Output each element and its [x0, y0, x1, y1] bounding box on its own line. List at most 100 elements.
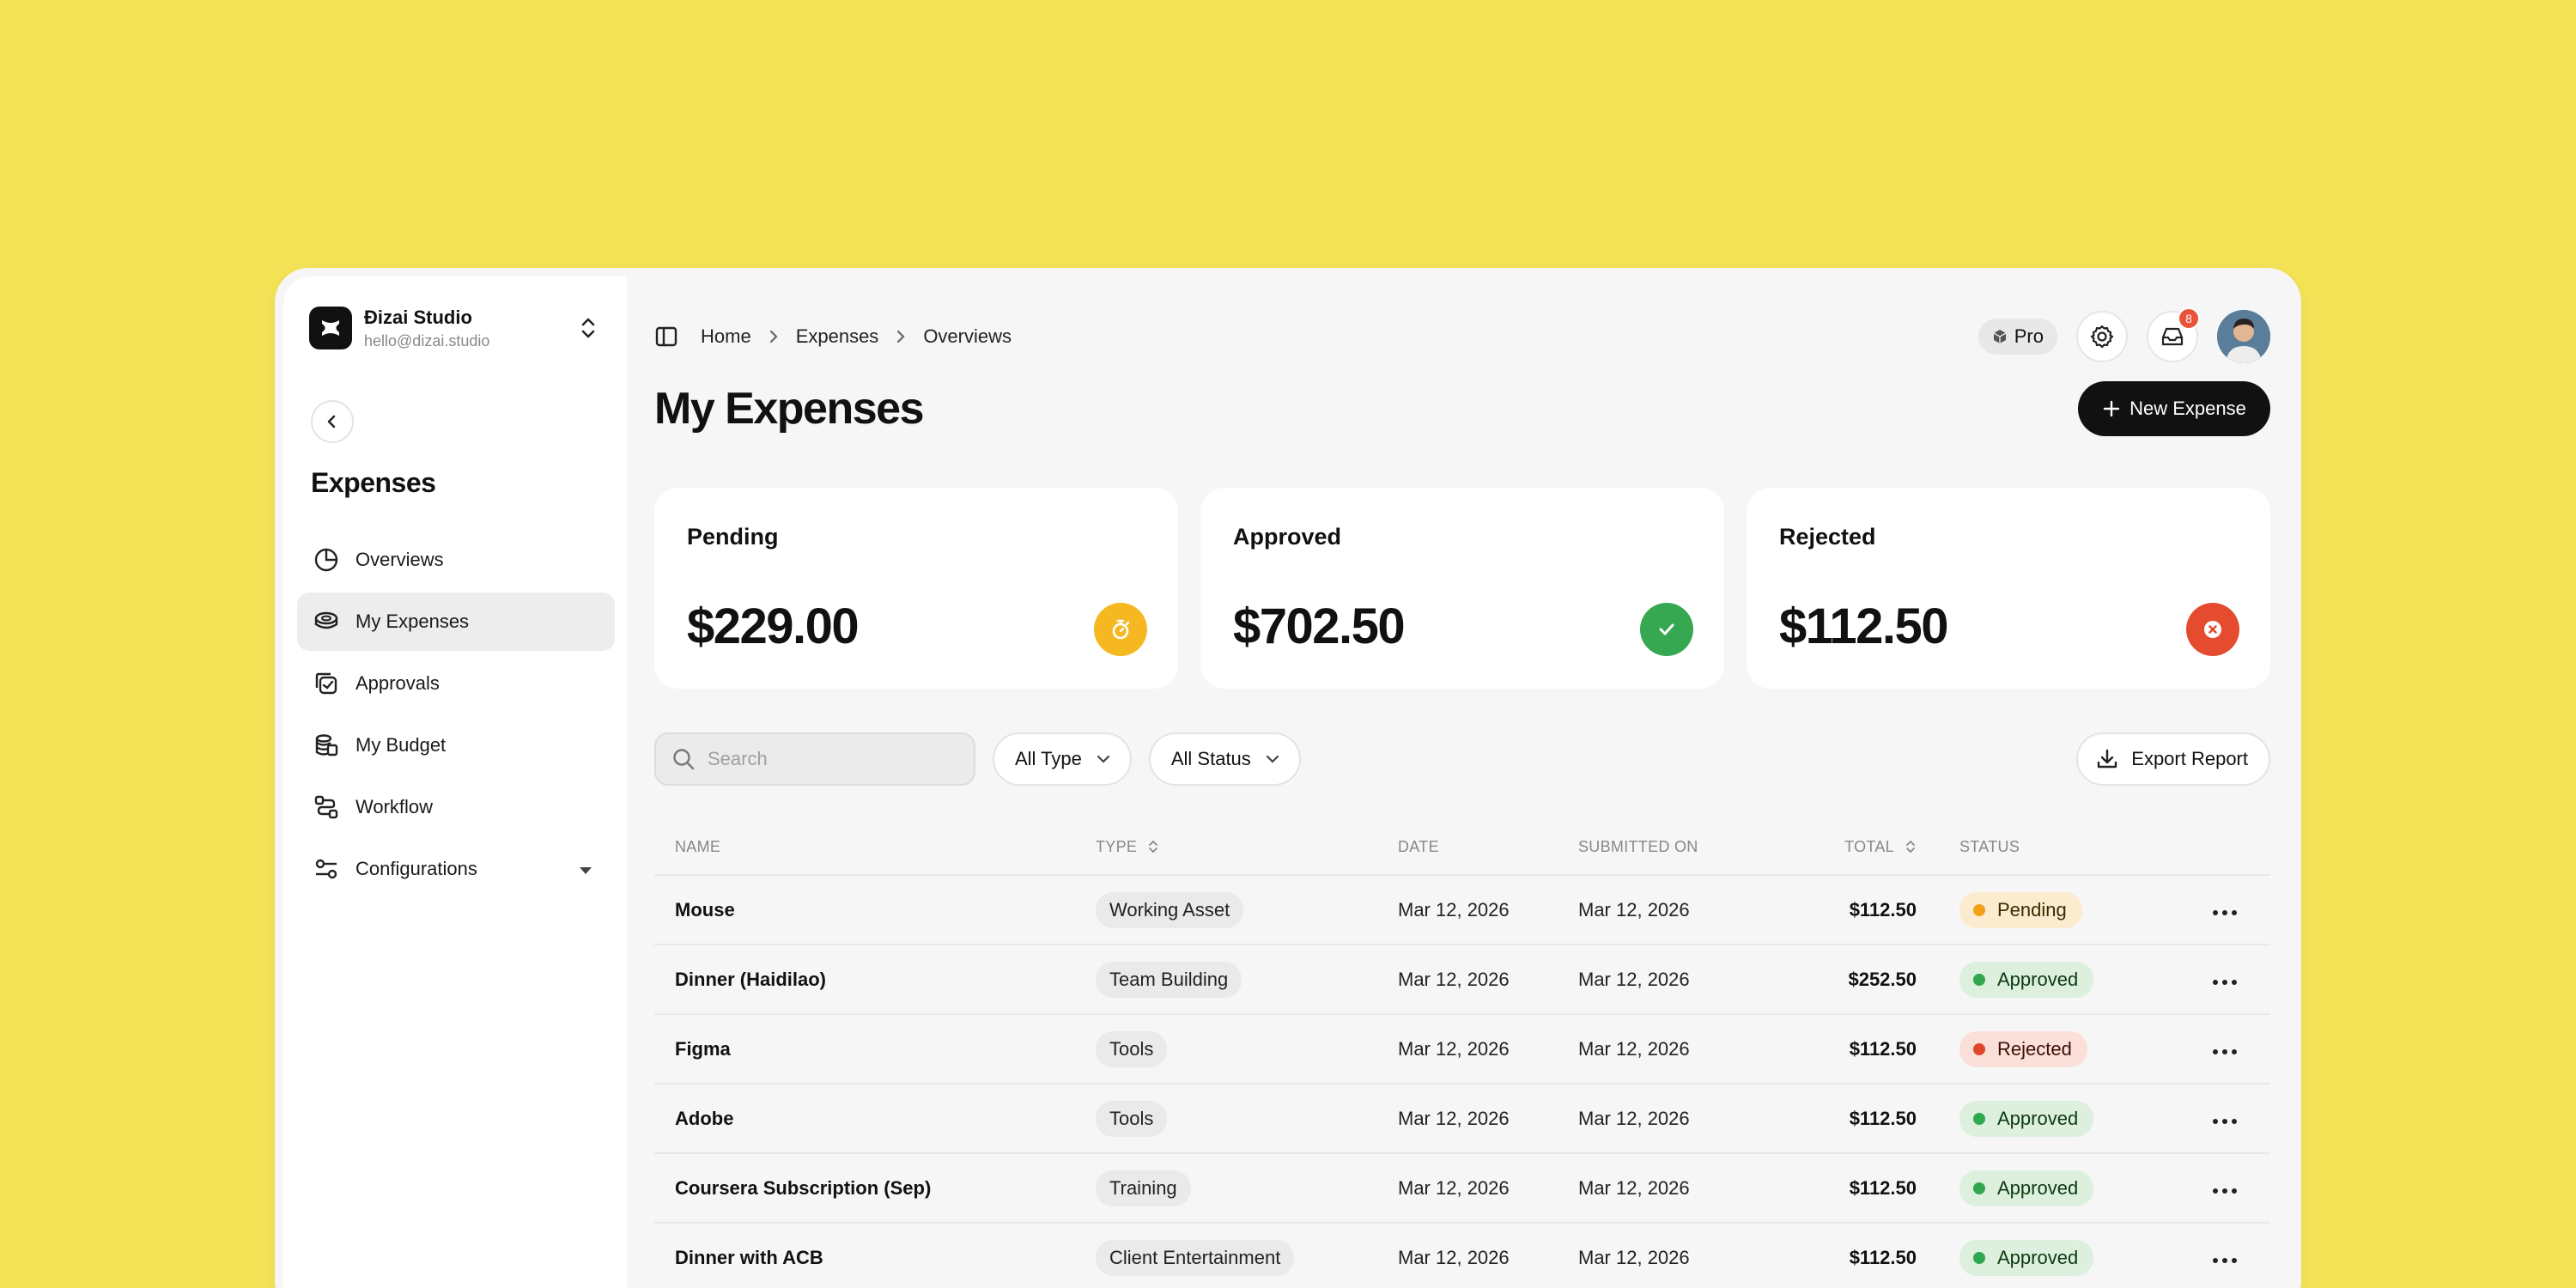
- chevron-down-icon: [1265, 754, 1280, 764]
- sort-icon[interactable]: [1147, 838, 1159, 855]
- sidebar-item-my-budget[interactable]: My Budget: [297, 716, 615, 775]
- submitted-date: Mar 12, 2026: [1578, 898, 1690, 920]
- x-circle-icon: [2186, 603, 2239, 656]
- column-total[interactable]: TOTAL: [1827, 838, 1917, 856]
- sidebar-item-approvals[interactable]: Approvals: [297, 654, 615, 713]
- column-submitted-on: SUBMITTED ON: [1578, 837, 1698, 855]
- breadcrumb-overviews[interactable]: Overviews: [923, 325, 1012, 348]
- type-filter-dropdown[interactable]: All Type: [993, 732, 1132, 786]
- expense-total: $112.50: [1849, 1037, 1917, 1060]
- table-header: NAME TYPE DATE SUBMITTED ON TOTAL STATUS: [654, 819, 2270, 876]
- export-label: Export Report: [2131, 748, 2248, 769]
- chevron-right-icon: [769, 329, 779, 344]
- workflow-icon: [313, 793, 340, 821]
- status-badge: Approved: [1959, 961, 2094, 998]
- type-tag: Training: [1096, 1170, 1191, 1206]
- plan-badge[interactable]: Pro: [1978, 319, 2057, 355]
- avatar[interactable]: [2217, 310, 2270, 363]
- card-label: Approved: [1233, 524, 1342, 550]
- type-tag: Working Asset: [1096, 891, 1244, 928]
- expense-name: Coursera Subscription (Sep): [675, 1176, 932, 1199]
- inbox-button[interactable]: 8: [2147, 307, 2200, 362]
- filter-bar: Search All Type All Status Export Report: [654, 732, 2270, 787]
- sidebar-item-my-expenses[interactable]: My Expenses: [297, 592, 615, 651]
- more-options-icon[interactable]: [2212, 1177, 2238, 1200]
- status-dot: [1973, 1251, 1985, 1264]
- status-badge: Rejected: [1959, 1030, 2087, 1067]
- settings-button[interactable]: [2076, 311, 2128, 362]
- sidebar-item-workflow[interactable]: Workflow: [297, 778, 615, 836]
- expense-date: Mar 12, 2026: [1398, 1107, 1510, 1129]
- sidebar-item-configurations[interactable]: Configurations: [297, 840, 615, 898]
- table-body: Mouse Working Asset Mar 12, 2026 Mar 12,…: [654, 876, 2270, 1288]
- check-icon: [1640, 603, 1693, 656]
- sidebar: Đizai Studio hello@dizai.studio Expenses…: [283, 276, 627, 1288]
- table-row[interactable]: Dinner (Haidilao) Team Building Mar 12, …: [654, 945, 2270, 1015]
- stopwatch-icon: [1094, 603, 1147, 656]
- top-bar: Home Expenses Overviews Pro 8: [654, 301, 2270, 373]
- expense-total: $252.50: [1848, 968, 1917, 990]
- app-window: Đizai Studio hello@dizai.studio Expenses…: [275, 268, 2301, 1288]
- cube-icon: [1992, 329, 2008, 344]
- submitted-date: Mar 12, 2026: [1578, 1246, 1690, 1268]
- expense-name: Figma: [675, 1037, 731, 1060]
- status-badge: Approved: [1959, 1239, 2094, 1276]
- expense-total: $112.50: [1849, 1107, 1917, 1129]
- expense-date: Mar 12, 2026: [1398, 1037, 1510, 1060]
- status-filter-dropdown[interactable]: All Status: [1148, 732, 1301, 786]
- new-expense-button[interactable]: New Expense: [2078, 381, 2270, 436]
- expenses-table: NAME TYPE DATE SUBMITTED ON TOTAL STATUS…: [654, 819, 2270, 1288]
- more-options-icon[interactable]: [2212, 899, 2238, 921]
- status-dot: [1973, 973, 1985, 986]
- more-options-icon[interactable]: [2212, 1108, 2238, 1130]
- expense-date: Mar 12, 2026: [1398, 1246, 1510, 1268]
- card-value: $112.50: [1779, 598, 1948, 654]
- more-options-icon[interactable]: [2212, 969, 2238, 991]
- page-title: My Expenses: [654, 384, 925, 434]
- search-input[interactable]: Search: [654, 732, 975, 786]
- type-tag: Tools: [1096, 1100, 1168, 1137]
- submitted-date: Mar 12, 2026: [1578, 1037, 1690, 1060]
- chevron-up-down-icon[interactable]: [575, 311, 601, 345]
- card-value: $229.00: [687, 598, 860, 654]
- expense-name: Dinner (Haidilao): [675, 968, 827, 990]
- sort-icon[interactable]: [1905, 838, 1917, 855]
- sidebar-item-overviews[interactable]: Overviews: [297, 531, 615, 589]
- workspace-name: Đizai Studio: [364, 306, 472, 328]
- breadcrumb-expenses[interactable]: Expenses: [796, 325, 879, 348]
- export-report-button[interactable]: Export Report: [2076, 732, 2270, 786]
- table-row[interactable]: Coursera Subscription (Sep) Training Mar…: [654, 1154, 2270, 1224]
- column-date: DATE: [1398, 837, 1439, 855]
- expense-total: $112.50: [1849, 1176, 1917, 1199]
- pending-card[interactable]: Pending $229.00: [654, 488, 1178, 689]
- config-icon: [313, 855, 340, 883]
- workspace-switcher[interactable]: Đizai Studio hello@dizai.studio: [309, 302, 601, 354]
- table-row[interactable]: Dinner with ACB Client Entertainment Mar…: [654, 1224, 2270, 1288]
- table-row[interactable]: Figma Tools Mar 12, 2026 Mar 12, 2026 $1…: [654, 1015, 2270, 1084]
- plan-label: Pro: [2014, 325, 2044, 347]
- back-button[interactable]: [311, 400, 354, 443]
- card-label: Pending: [687, 524, 779, 550]
- type-tag: Client Entertainment: [1096, 1239, 1295, 1276]
- more-options-icon[interactable]: [2212, 1247, 2238, 1269]
- caret-down-icon[interactable]: [579, 858, 592, 880]
- rejected-card[interactable]: Rejected $112.50: [1747, 488, 2270, 689]
- summary-cards: Pending $229.00 Approved $702.50 Rejecte…: [654, 488, 2270, 689]
- chevron-right-icon: [896, 329, 906, 344]
- table-row[interactable]: Adobe Tools Mar 12, 2026 Mar 12, 2026 $1…: [654, 1084, 2270, 1154]
- download-icon: [2095, 747, 2119, 771]
- expense-name: Adobe: [675, 1107, 734, 1129]
- sidebar-toggle-icon[interactable]: [654, 325, 678, 349]
- column-type[interactable]: TYPE: [1096, 838, 1398, 856]
- breadcrumb-home[interactable]: Home: [701, 325, 751, 348]
- approvals-icon: [313, 670, 340, 697]
- status-badge: Approved: [1959, 1170, 2094, 1206]
- expense-date: Mar 12, 2026: [1398, 968, 1510, 990]
- more-options-icon[interactable]: [2212, 1038, 2238, 1060]
- table-row[interactable]: Mouse Working Asset Mar 12, 2026 Mar 12,…: [654, 876, 2270, 945]
- chevron-down-icon: [1096, 754, 1111, 764]
- expense-total: $112.50: [1849, 1246, 1917, 1268]
- card-value: $702.50: [1233, 598, 1406, 654]
- approved-card[interactable]: Approved $702.50: [1200, 488, 1724, 689]
- sidebar-item-label: My Budget: [355, 734, 447, 756]
